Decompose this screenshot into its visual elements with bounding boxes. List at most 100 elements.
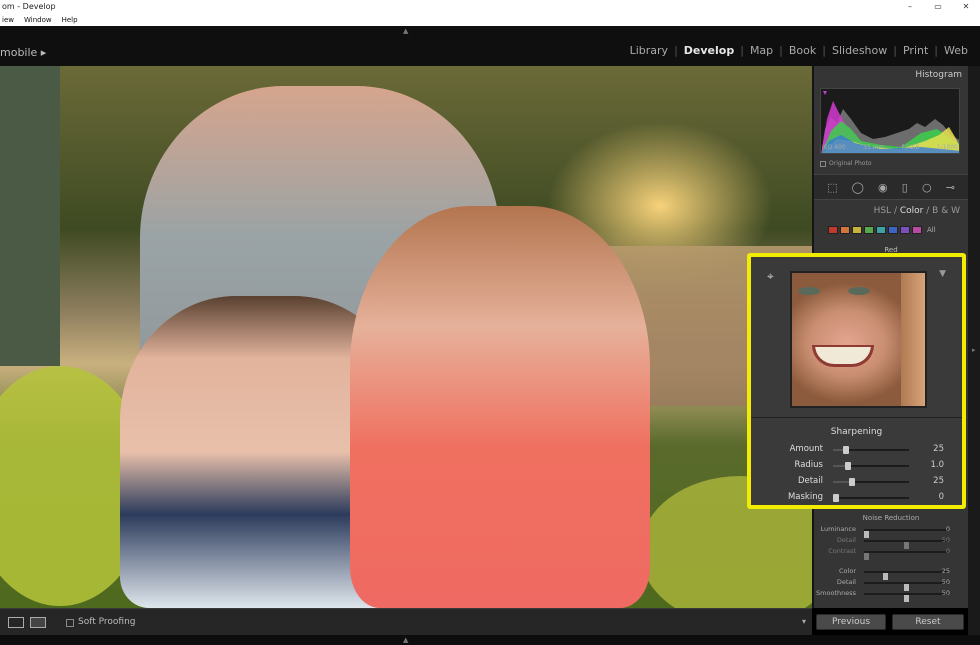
toolbar-menu-icon[interactable]: ▾	[802, 617, 806, 626]
photo-canvas[interactable]	[0, 66, 812, 608]
color-swatch[interactable]	[876, 226, 886, 234]
noise-slider-track[interactable]	[864, 529, 948, 538]
module-map[interactable]: Map	[744, 44, 779, 57]
reset-button[interactable]: Reset	[892, 614, 964, 630]
slider-knob[interactable]	[845, 462, 851, 470]
tab-color[interactable]: Color	[900, 206, 924, 216]
shutter-readout: 1/1000	[936, 144, 958, 151]
noise-slider-track[interactable]	[864, 593, 948, 602]
previous-button[interactable]: Previous	[816, 614, 886, 630]
color-swatch[interactable]	[864, 226, 874, 234]
filmstrip-edge	[0, 635, 980, 645]
focal-length-readout: 35 mm	[863, 144, 885, 151]
before-after-view-icon[interactable]	[30, 617, 46, 628]
close-icon[interactable]: ✕	[952, 0, 980, 14]
maximize-icon[interactable]: ▭	[924, 0, 952, 14]
window-title: om - Develop	[2, 2, 56, 11]
color-swatch[interactable]	[888, 226, 898, 234]
module-develop[interactable]: Develop	[678, 44, 740, 57]
menu-help[interactable]: Help	[62, 16, 78, 24]
sharpening-row: Detail 25	[751, 475, 962, 489]
noise-row: Color 25	[814, 566, 968, 580]
slider-value[interactable]: 0	[939, 492, 944, 502]
right-panel-edge: ▸	[968, 66, 980, 635]
top-panel-toggle-icon[interactable]: ▲	[403, 27, 408, 35]
preview-eye	[798, 287, 820, 295]
previous-reset-bar: Previous Reset	[812, 612, 968, 632]
module-picker: Library | Develop | Map | Book | Slidesh…	[624, 44, 974, 57]
noise-slider-track[interactable]	[864, 571, 948, 580]
crop-tool-icon[interactable]: ⬚	[827, 181, 837, 194]
loupe-view-icon[interactable]	[8, 617, 24, 628]
slider-label: Amount	[789, 444, 823, 454]
histogram-title[interactable]: Histogram	[814, 70, 968, 80]
noise-slider-track[interactable]	[864, 551, 948, 560]
adjustment-brush-tool-icon[interactable]: ⊸	[946, 181, 955, 194]
slider-track[interactable]	[833, 462, 909, 470]
original-photo-toggle[interactable]: Original Photo	[820, 160, 872, 167]
soft-proofing-checkbox[interactable]	[66, 619, 74, 627]
slider-value[interactable]: 25	[933, 444, 944, 454]
graduated-filter-tool-icon[interactable]: ▯	[902, 181, 908, 194]
slider-track[interactable]	[833, 446, 909, 454]
slider-track[interactable]	[833, 478, 909, 486]
original-photo-checkbox[interactable]	[820, 160, 826, 167]
slider-value[interactable]: 1.0	[930, 460, 944, 470]
color-swatch[interactable]	[912, 226, 922, 234]
window-controls: – ▭ ✕	[896, 0, 980, 14]
slider-knob[interactable]	[843, 446, 849, 454]
radial-filter-tool-icon[interactable]: ○	[922, 181, 932, 194]
noise-slider-value[interactable]: 0	[946, 525, 950, 533]
minimize-icon[interactable]: –	[896, 0, 924, 14]
preview-hair	[901, 273, 925, 406]
noise-slider-label: Detail	[836, 536, 856, 544]
iso-readout: ISO 400	[822, 144, 846, 151]
module-print[interactable]: Print	[897, 44, 934, 57]
child-figure-right	[350, 206, 650, 608]
right-panel-toggle-icon[interactable]: ▸	[972, 346, 976, 354]
slider-knob[interactable]	[833, 494, 839, 502]
swatch-all-button[interactable]: All	[927, 226, 936, 234]
noise-slider-value[interactable]: 0	[946, 547, 950, 555]
noise-slider-value[interactable]: 50	[942, 589, 950, 597]
noise-slider-track[interactable]	[864, 540, 948, 549]
red-eye-tool-icon[interactable]: ◉	[878, 181, 888, 194]
sharpening-title: Sharpening	[830, 427, 883, 437]
module-book[interactable]: Book	[783, 44, 822, 57]
color-swatch[interactable]	[900, 226, 910, 234]
module-library[interactable]: Library	[624, 44, 674, 57]
hsl-tab-separator: /	[926, 206, 930, 216]
module-web[interactable]: Web	[938, 44, 974, 57]
slider-label: Masking	[787, 492, 823, 502]
tab-bw[interactable]: B & W	[932, 206, 960, 216]
aperture-readout: f / 2.8	[901, 144, 920, 151]
color-swatch[interactable]	[852, 226, 862, 234]
detail-zoom-preview[interactable]	[790, 271, 927, 408]
slider-value[interactable]: 25	[933, 476, 944, 486]
noise-slider-value[interactable]: 50	[942, 536, 950, 544]
spot-removal-tool-icon[interactable]: ◯	[852, 181, 864, 194]
sharpening-row: Masking 0	[751, 491, 962, 505]
color-swatch[interactable]	[828, 226, 838, 234]
slider-label: Detail	[797, 476, 823, 486]
detail-panel-highlighted: ⌖ ▼ Sharpening Amount 25 Radius 1.0 Detail 25…	[747, 253, 966, 509]
tab-hsl[interactable]: HSL	[874, 206, 892, 216]
noise-slider-value[interactable]: 50	[942, 578, 950, 586]
panel-collapse-icon[interactable]: ▼	[939, 269, 946, 279]
noise-slider-track[interactable]	[864, 582, 948, 591]
noise-slider-label: Luminance	[820, 525, 856, 533]
noise-row: Contrast 0	[814, 546, 968, 560]
slider-knob[interactable]	[849, 478, 855, 486]
bottom-panel-toggle-icon[interactable]: ▲	[403, 636, 408, 644]
target-crosshair-icon[interactable]: ⌖	[767, 269, 774, 284]
color-swatch[interactable]	[840, 226, 850, 234]
tree-trunk	[0, 66, 60, 366]
menu-view[interactable]: iew	[2, 16, 14, 24]
module-slideshow[interactable]: Slideshow	[826, 44, 893, 57]
tool-strip: ⬚ ◯ ◉ ▯ ○ ⊸	[814, 174, 968, 200]
noise-slider-knob[interactable]	[904, 595, 909, 602]
menu-window[interactable]: Window	[24, 16, 52, 24]
slider-track[interactable]	[833, 494, 909, 502]
noise-slider-knob[interactable]	[864, 553, 869, 560]
noise-slider-value[interactable]: 25	[942, 567, 950, 575]
